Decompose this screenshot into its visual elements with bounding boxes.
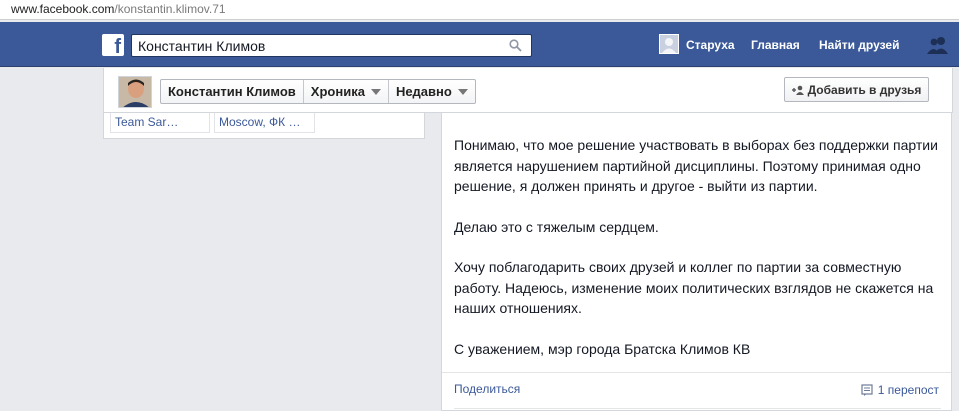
breadcrumb-recent-dropdown[interactable]: Недавно [389,80,475,103]
breadcrumb-name-label: Константин Климов [168,84,296,99]
search-box[interactable] [131,34,532,57]
search-icon[interactable] [509,39,522,52]
share-link[interactable]: Поделиться [454,382,520,396]
recent-label: Недавно [395,84,452,99]
address-bar[interactable]: www.facebook.com/konstantin.klimov.71 [0,0,959,20]
profile-picture[interactable] [118,76,152,108]
timeline-label: Хроника [310,84,365,99]
facebook-logo-icon[interactable]: f [102,34,124,56]
chevron-down-icon [457,88,468,95]
user-silhouette-icon [660,35,678,53]
url-path: /konstantin.klimov.71 [114,2,226,16]
search-input[interactable] [138,37,498,55]
reposts-label: 1 перепост [877,383,939,397]
breadcrumb-timeline-dropdown[interactable]: Хроника [304,80,389,103]
timeline-post: Понимаю, что мое решение участвовать в в… [441,113,952,411]
profile-photo-icon [119,77,151,107]
friend-requests-icon[interactable] [926,36,950,54]
post-paragraph: С уважением, мэр города Братска Климов К… [454,340,751,357]
reposts-link[interactable]: 1 перепост [861,383,939,397]
top-navigation-bar: f Старуха Главная Найти друзей [0,22,959,67]
post-body: Понимаю, что мое решение участвовать в в… [454,135,944,379]
post-divider [442,372,951,373]
profile-header-bar: Константин Климов Хроника Недавно Добави… [103,68,953,113]
add-friend-icon [791,85,804,95]
add-friend-label: Добавить в друзья [807,82,922,97]
left-column-card: Team Sar… Moscow, ФК … [103,113,425,139]
favorite-tag-1[interactable]: Team Sar… [110,113,210,133]
post-paragraph: Понимаю, что мое решение участвовать в в… [454,137,938,194]
nav-profile-link[interactable]: Старуха [686,34,735,56]
add-friend-button[interactable]: Добавить в друзья [784,77,929,102]
breadcrumb-name[interactable]: Константин Климов [161,80,304,103]
nav-home-link[interactable]: Главная [751,34,800,56]
post-paragraph: Хочу поблагодарить своих друзей и коллег… [454,259,934,316]
chevron-down-icon [370,88,381,95]
url-host: www.facebook.com [11,2,115,16]
user-avatar[interactable] [659,34,679,54]
favorite-tag-2[interactable]: Moscow, ФК … [214,113,315,133]
share-count-icon [861,384,873,396]
post-paragraph: Делаю это с тяжелым сердцем. [454,218,659,235]
post-bottom-divider [454,408,941,409]
profile-breadcrumb: Константин Климов Хроника Недавно [160,79,476,104]
nav-find-friends-link[interactable]: Найти друзей [819,34,899,56]
